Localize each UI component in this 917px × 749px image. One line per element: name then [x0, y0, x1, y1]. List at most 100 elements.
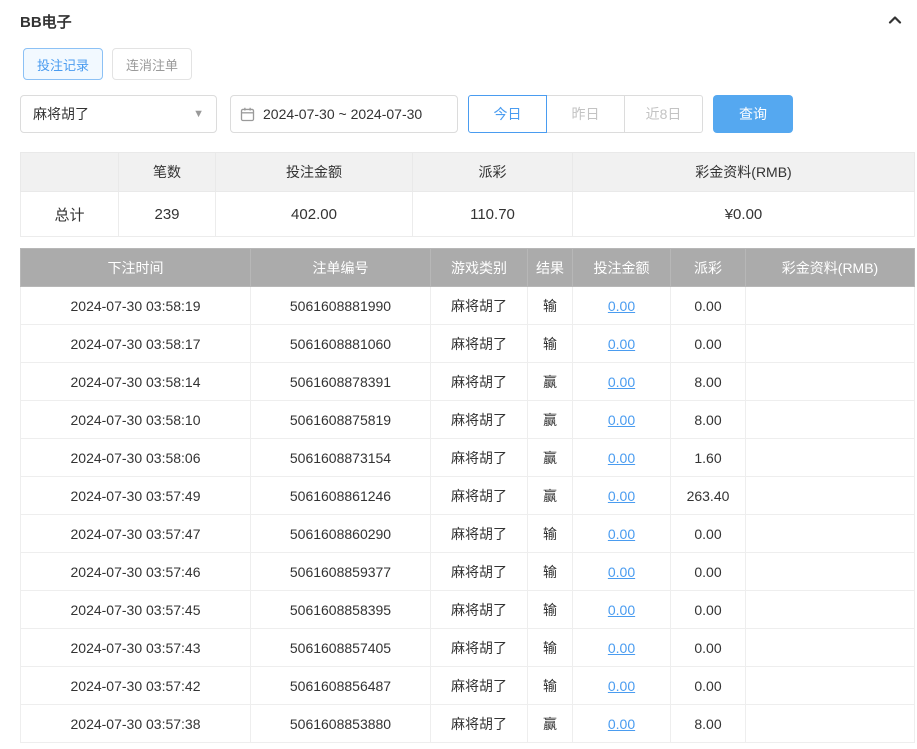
summary-header-blank [20, 152, 119, 192]
summary-total-bet-amount: 402.00 [215, 191, 413, 237]
bet-amount-link[interactable]: 0.00 [608, 374, 635, 390]
table-row: 2024-07-30 03:57:45 5061608858395 麻将胡了 输… [20, 590, 915, 629]
cell-game-type: 麻将胡了 [430, 438, 528, 477]
cell-jackpot [745, 552, 915, 591]
bet-amount-link[interactable]: 0.00 [608, 564, 635, 580]
summary-header-payout: 派彩 [412, 152, 573, 192]
cell-order-number: 5061608859377 [250, 552, 431, 591]
cell-game-type: 麻将胡了 [430, 628, 528, 667]
summary-total-row: 总计 239 402.00 110.70 ¥0.00 [20, 191, 915, 237]
cell-payout: 8.00 [670, 704, 746, 743]
cell-bet-amount: 0.00 [572, 324, 671, 363]
quick-yesterday-button[interactable]: 昨日 [546, 95, 625, 133]
collapse-panel-button[interactable] [887, 12, 903, 31]
cell-jackpot [745, 362, 915, 401]
bet-amount-link[interactable]: 0.00 [608, 488, 635, 504]
cell-bet-time: 2024-07-30 03:58:17 [20, 324, 251, 363]
tab-cancelled-orders[interactable]: 连消注单 [112, 48, 193, 80]
cell-payout: 0.00 [670, 590, 746, 629]
cell-order-number: 5061608856487 [250, 666, 431, 705]
cell-payout: 0.00 [670, 628, 746, 667]
quick-date-group: 今日 昨日 近8日 [468, 95, 703, 133]
cell-order-number: 5061608861246 [250, 476, 431, 515]
date-range-value: 2024-07-30 ~ 2024-07-30 [263, 106, 423, 122]
cell-payout: 0.00 [670, 552, 746, 591]
cell-result: 输 [527, 628, 573, 667]
cell-payout: 263.40 [670, 476, 746, 515]
cell-bet-amount: 0.00 [572, 590, 671, 629]
records-table-body: 2024-07-30 03:58:19 5061608881990 麻将胡了 输… [20, 286, 915, 743]
game-select-value: 麻将胡了 [33, 106, 89, 122]
record-type-tabs: 投注记录 连消注单 [23, 48, 915, 80]
cell-payout: 0.00 [670, 286, 746, 325]
cell-jackpot [745, 286, 915, 325]
cell-jackpot [745, 666, 915, 705]
cell-order-number: 5061608860290 [250, 514, 431, 553]
date-range-picker[interactable]: 2024-07-30 ~ 2024-07-30 [230, 95, 458, 133]
table-row: 2024-07-30 03:58:17 5061608881060 麻将胡了 输… [20, 324, 915, 363]
cell-bet-time: 2024-07-30 03:57:38 [20, 704, 251, 743]
bet-amount-link[interactable]: 0.00 [608, 602, 635, 618]
header-payout: 派彩 [670, 248, 746, 287]
cell-jackpot [745, 324, 915, 363]
cell-game-type: 麻将胡了 [430, 514, 528, 553]
game-select[interactable]: 麻将胡了 ▼ [20, 95, 217, 133]
table-row: 2024-07-30 03:57:38 5061608853880 麻将胡了 赢… [20, 704, 915, 743]
cell-order-number: 5061608873154 [250, 438, 431, 477]
cell-game-type: 麻将胡了 [430, 476, 528, 515]
quick-today-button[interactable]: 今日 [468, 95, 547, 133]
summary-header-row: 笔数 投注金额 派彩 彩金资料(RMB) [20, 152, 915, 192]
bet-amount-link[interactable]: 0.00 [608, 298, 635, 314]
cell-bet-amount: 0.00 [572, 438, 671, 477]
cell-result: 赢 [527, 362, 573, 401]
bet-amount-link[interactable]: 0.00 [608, 450, 635, 466]
table-row: 2024-07-30 03:58:19 5061608881990 麻将胡了 输… [20, 286, 915, 325]
tab-bet-records[interactable]: 投注记录 [23, 48, 104, 80]
cell-order-number: 5061608875819 [250, 400, 431, 439]
cell-payout: 8.00 [670, 362, 746, 401]
header-order-number: 注单编号 [250, 248, 431, 287]
cell-bet-time: 2024-07-30 03:57:47 [20, 514, 251, 553]
bet-amount-link[interactable]: 0.00 [608, 678, 635, 694]
bet-amount-link[interactable]: 0.00 [608, 336, 635, 352]
cell-bet-time: 2024-07-30 03:57:49 [20, 476, 251, 515]
cell-result: 输 [527, 324, 573, 363]
cell-jackpot [745, 590, 915, 629]
cell-game-type: 麻将胡了 [430, 324, 528, 363]
cell-bet-amount: 0.00 [572, 514, 671, 553]
table-row: 2024-07-30 03:57:47 5061608860290 麻将胡了 输… [20, 514, 915, 553]
cell-bet-time: 2024-07-30 03:57:46 [20, 552, 251, 591]
cell-game-type: 麻将胡了 [430, 666, 528, 705]
bet-amount-link[interactable]: 0.00 [608, 716, 635, 732]
header-bet-time: 下注时间 [20, 248, 251, 287]
cell-result: 输 [527, 666, 573, 705]
cell-result: 赢 [527, 400, 573, 439]
cell-order-number: 5061608881060 [250, 324, 431, 363]
table-row: 2024-07-30 03:57:43 5061608857405 麻将胡了 输… [20, 628, 915, 667]
summary-total-payout: 110.70 [412, 191, 573, 237]
cell-order-number: 5061608857405 [250, 628, 431, 667]
cell-bet-time: 2024-07-30 03:57:42 [20, 666, 251, 705]
cell-result: 输 [527, 590, 573, 629]
panel-header: BB电子 [20, 0, 915, 33]
cell-bet-amount: 0.00 [572, 286, 671, 325]
cell-result: 输 [527, 552, 573, 591]
header-result: 结果 [527, 248, 573, 287]
summary-header-count: 笔数 [118, 152, 216, 192]
betting-records-panel: BB电子 投注记录 连消注单 麻将胡了 ▼ 2024-07-30 ~ 2024-… [20, 0, 915, 743]
table-row: 2024-07-30 03:57:42 5061608856487 麻将胡了 输… [20, 666, 915, 705]
cell-game-type: 麻将胡了 [430, 552, 528, 591]
bet-amount-link[interactable]: 0.00 [608, 412, 635, 428]
cell-payout: 0.00 [670, 514, 746, 553]
cell-game-type: 麻将胡了 [430, 286, 528, 325]
search-button[interactable]: 查询 [713, 95, 793, 133]
cell-jackpot [745, 476, 915, 515]
cell-bet-amount: 0.00 [572, 362, 671, 401]
cell-jackpot [745, 400, 915, 439]
bet-amount-link[interactable]: 0.00 [608, 526, 635, 542]
quick-last8days-button[interactable]: 近8日 [624, 95, 703, 133]
cell-order-number: 5061608878391 [250, 362, 431, 401]
table-row: 2024-07-30 03:57:46 5061608859377 麻将胡了 输… [20, 552, 915, 591]
cell-order-number: 5061608853880 [250, 704, 431, 743]
bet-amount-link[interactable]: 0.00 [608, 640, 635, 656]
